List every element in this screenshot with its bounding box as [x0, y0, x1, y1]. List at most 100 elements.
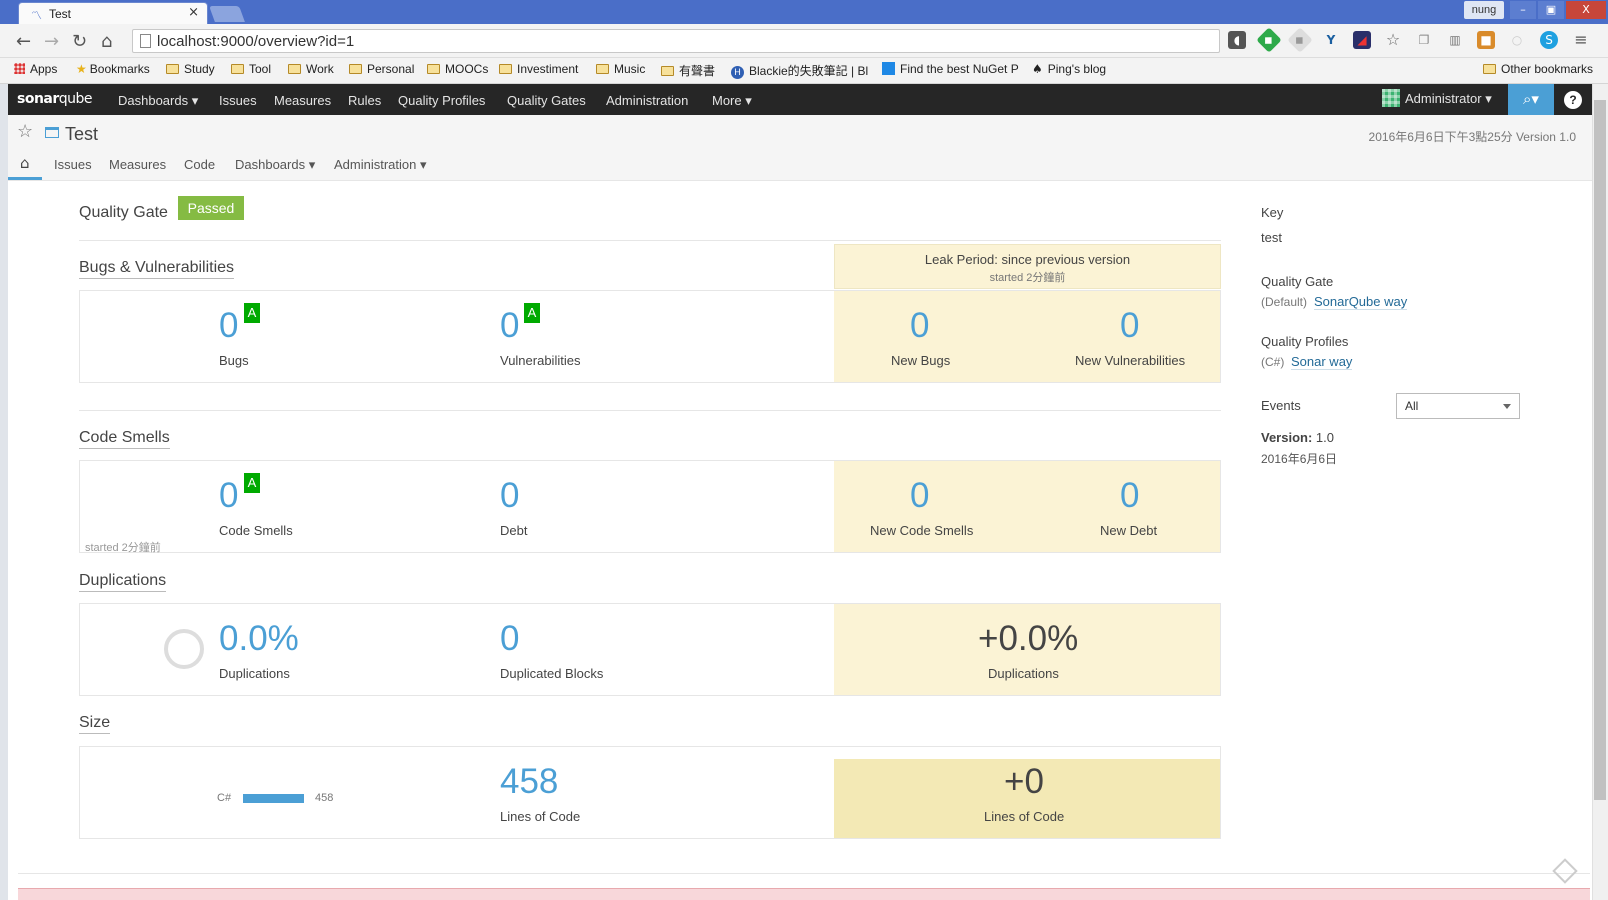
duplications-section-title[interactable]: Duplications — [79, 572, 167, 592]
active-tab-indicator — [8, 177, 42, 180]
bookmark-bookmarks[interactable]: ★ Bookmarks — [76, 62, 150, 76]
chrome-menu-icon[interactable]: ≡ — [1572, 31, 1590, 49]
debt-value[interactable]: 0 — [500, 478, 519, 513]
new-lines-of-code-value[interactable]: +0 — [1004, 764, 1044, 799]
event-version: Version: 1.0 — [1261, 430, 1334, 445]
duplicated-blocks-label: Duplicated Blocks — [500, 666, 604, 681]
folder-icon — [349, 64, 362, 74]
search-icon[interactable]: ⌕▾ — [1508, 84, 1554, 115]
nav-issues[interactable]: Issues — [219, 93, 257, 108]
project-nav-issues[interactable]: Issues — [54, 157, 92, 172]
extension-green-icon[interactable]: ◆ — [1256, 27, 1282, 53]
forward-arrow-icon[interactable]: → — [44, 31, 59, 52]
nav-quality-gates[interactable]: Quality Gates — [507, 93, 586, 108]
new-tab-button[interactable] — [209, 6, 245, 22]
new-debt-value[interactable]: 0 — [1120, 478, 1139, 513]
skype-icon[interactable]: S — [1540, 31, 1558, 49]
bookmark-other[interactable]: Other bookmarks — [1483, 62, 1593, 76]
sonar-feedback-icon[interactable] — [1552, 858, 1578, 884]
bookmark-star-icon[interactable]: ☆ — [1384, 31, 1402, 49]
extension-speed-icon[interactable]: ◢ — [1353, 31, 1371, 49]
new-duplications-value[interactable]: +0.0% — [978, 621, 1078, 656]
vulnerabilities-value[interactable]: 0 — [500, 308, 519, 343]
vulnerabilities-rating-badge[interactable]: A — [524, 303, 540, 323]
apps-grid-icon — [14, 63, 25, 74]
code-smells-rating-badge[interactable]: A — [244, 473, 260, 493]
tab-title: Test — [49, 7, 72, 21]
scrollbar-thumb[interactable] — [1594, 100, 1606, 800]
project-nav-code[interactable]: Code — [184, 157, 215, 172]
maximize-button[interactable]: ▣ — [1538, 1, 1564, 19]
extension-copy-icon[interactable]: ❐ — [1415, 31, 1433, 49]
home-icon[interactable]: ⌂ — [20, 154, 38, 172]
new-vulnerabilities-value[interactable]: 0 — [1120, 308, 1139, 343]
new-lines-of-code-label: Lines of Code — [984, 809, 1065, 824]
extension-orange-icon[interactable]: ■ — [1477, 31, 1495, 49]
bookmark-blackie[interactable]: H Blackie的失敗筆記 | Bl — [731, 62, 868, 79]
favorite-star-icon[interactable]: ☆ — [17, 121, 33, 142]
size-section-title[interactable]: Size — [79, 714, 111, 734]
bugs-section-title[interactable]: Bugs & Vulnerabilities — [79, 259, 235, 279]
tab-close-icon[interactable]: × — [188, 5, 199, 20]
home-icon[interactable]: ⌂ — [101, 31, 112, 52]
reload-icon[interactable]: ↻ — [72, 31, 87, 52]
extension-circle-icon[interactable]: ○ — [1508, 31, 1526, 49]
user-menu[interactable]: Administrator ▾ — [1382, 89, 1492, 107]
browser-tab[interactable]: 〽 Test × — [18, 2, 208, 24]
extension-y-icon[interactable]: Y — [1322, 31, 1340, 49]
pocket-icon[interactable]: ◖ — [1228, 31, 1246, 49]
lines-of-code-value[interactable]: 458 — [500, 764, 558, 799]
new-bugs-label: New Bugs — [891, 353, 951, 368]
bookmark-apps[interactable]: Apps — [14, 62, 57, 76]
project-nav-dashboards[interactable]: Dashboards ▾ — [235, 157, 315, 173]
code-smells-section-title[interactable]: Code Smells — [79, 429, 170, 449]
bugs-rating-badge[interactable]: A — [244, 303, 260, 323]
project-nav-administration[interactable]: Administration ▾ — [334, 157, 427, 173]
extension-reader-icon[interactable]: ▥ — [1446, 31, 1464, 49]
new-bugs-value[interactable]: 0 — [910, 308, 929, 343]
sonarqube-logo[interactable]: sonarqube — [17, 91, 93, 107]
bookmark-nuget[interactable]: Find the best NuGet P — [882, 62, 1019, 76]
folder-icon — [288, 64, 301, 74]
language-bar — [243, 794, 304, 803]
bookmark-investiment[interactable]: Investiment — [499, 62, 578, 76]
divider — [18, 873, 1590, 874]
quality-gate-link[interactable]: SonarQube way — [1314, 294, 1408, 310]
bookmark-work[interactable]: Work — [288, 62, 334, 76]
bookmark-study[interactable]: Study — [166, 62, 215, 76]
quality-profile-link[interactable]: Sonar way — [1291, 354, 1353, 370]
bugs-value[interactable]: 0 — [219, 308, 238, 343]
duplicated-blocks-value[interactable]: 0 — [500, 621, 519, 656]
project-title[interactable]: Test — [65, 124, 98, 145]
back-arrow-icon[interactable]: ← — [16, 31, 31, 52]
bookmark-moocs[interactable]: MOOCs — [427, 62, 488, 76]
chevron-down-icon — [1503, 404, 1511, 409]
duplications-value[interactable]: 0.0% — [219, 621, 299, 656]
close-window-button[interactable]: X — [1566, 1, 1606, 19]
nav-administration[interactable]: Administration — [606, 93, 688, 108]
bookmark-pings-blog[interactable]: ♠ Ping's blog — [1032, 62, 1106, 76]
folder-icon — [231, 64, 244, 74]
address-bar[interactable]: localhost:9000/overview?id=1 — [132, 29, 1220, 53]
nav-rules[interactable]: Rules — [348, 93, 381, 108]
bookmark-tool[interactable]: Tool — [231, 62, 271, 76]
bookmark-personal[interactable]: Personal — [349, 62, 414, 76]
folder-icon — [661, 66, 674, 76]
project-nav-measures[interactable]: Measures — [109, 157, 166, 172]
folder-icon — [427, 64, 440, 74]
code-smells-value[interactable]: 0 — [219, 478, 238, 513]
minimize-button[interactable]: – — [1510, 1, 1536, 19]
sonar-favicon-icon: 〽 — [31, 9, 42, 22]
extension-grey-icon[interactable]: ◆ — [1287, 27, 1313, 53]
bookmark-audiobooks[interactable]: 有聲書 — [661, 62, 715, 79]
nav-quality-profiles[interactable]: Quality Profiles — [398, 93, 485, 108]
leak-period-title: Leak Period: since previous version — [924, 252, 1131, 267]
profile-button[interactable]: nung — [1464, 1, 1504, 19]
nav-dashboards[interactable]: Dashboards ▾ — [118, 93, 198, 109]
bookmark-music[interactable]: Music — [596, 62, 645, 76]
help-icon[interactable]: ? — [1564, 91, 1582, 109]
nav-measures[interactable]: Measures — [274, 93, 331, 108]
nav-more[interactable]: More ▾ — [712, 93, 752, 109]
events-filter-select[interactable]: All — [1396, 393, 1520, 419]
new-code-smells-value[interactable]: 0 — [910, 478, 929, 513]
